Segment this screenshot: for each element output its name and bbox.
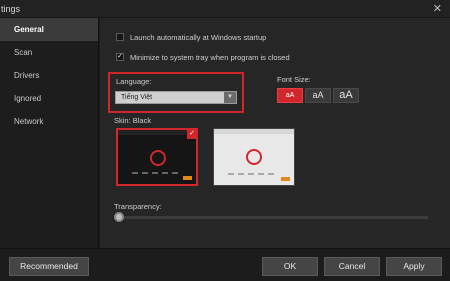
footer-bar: Recommended OK Cancel Apply [0,248,450,281]
settings-panel: Launch automatically at Windows startup … [100,18,450,248]
skin-label: Skin: Black [114,116,152,125]
minimize-tray-checkbox[interactable] [116,52,124,61]
launch-startup-label: Launch automatically at Windows startup [130,33,267,42]
title-bar: tings ✕ [0,0,450,18]
chevron-down-icon[interactable]: ▼ [224,92,236,103]
recommended-button[interactable]: Recommended [9,257,89,276]
ok-button[interactable]: OK [262,257,318,276]
font-size-small-button[interactable]: aA [277,88,303,103]
sidebar-item-scan[interactable]: Scan [0,41,98,64]
skin-preview-scan-icon [150,150,166,166]
transparency-slider-handle[interactable] [114,212,124,222]
language-highlight-box: Language: Tiếng Việt ▼ [108,72,244,113]
apply-button[interactable]: Apply [386,257,442,276]
skin-preview-row [228,173,278,175]
launch-startup-checkbox[interactable] [116,33,124,41]
language-value: Tiếng Việt [121,94,153,101]
sidebar-item-drivers[interactable]: Drivers [0,64,98,87]
language-select[interactable]: Tiếng Việt ▼ [115,91,237,104]
close-icon[interactable]: ✕ [433,2,442,15]
skin-preview-bar [214,129,294,134]
skin-white-thumbnail[interactable] [213,128,295,186]
language-label: Language: [116,77,152,86]
transparency-label: Transparency: [114,202,162,211]
skin-preview-row [132,172,182,174]
skin-preview-bar [118,130,196,135]
skin-preview-button [183,176,192,180]
skin-preview-button [281,177,290,181]
sidebar-item-general[interactable]: General [0,18,98,41]
window-title: tings [1,4,21,14]
skin-black-thumbnail[interactable]: ✓ [116,128,198,186]
font-size-large-button[interactable]: aA [333,88,359,103]
font-size-label: Font Size: [277,75,311,84]
cancel-button[interactable]: Cancel [324,257,380,276]
minimize-tray-label: Minimize to system tray when program is … [130,53,290,62]
sidebar-item-ignored[interactable]: Ignored [0,87,98,110]
font-size-medium-button[interactable]: aA [305,88,331,103]
sidebar: General Scan Drivers Ignored Network [0,18,99,248]
transparency-slider-track[interactable] [118,216,428,219]
skin-preview-scan-icon [246,149,262,165]
checkmark-icon: ✓ [187,130,196,139]
sidebar-item-network[interactable]: Network [0,110,98,133]
